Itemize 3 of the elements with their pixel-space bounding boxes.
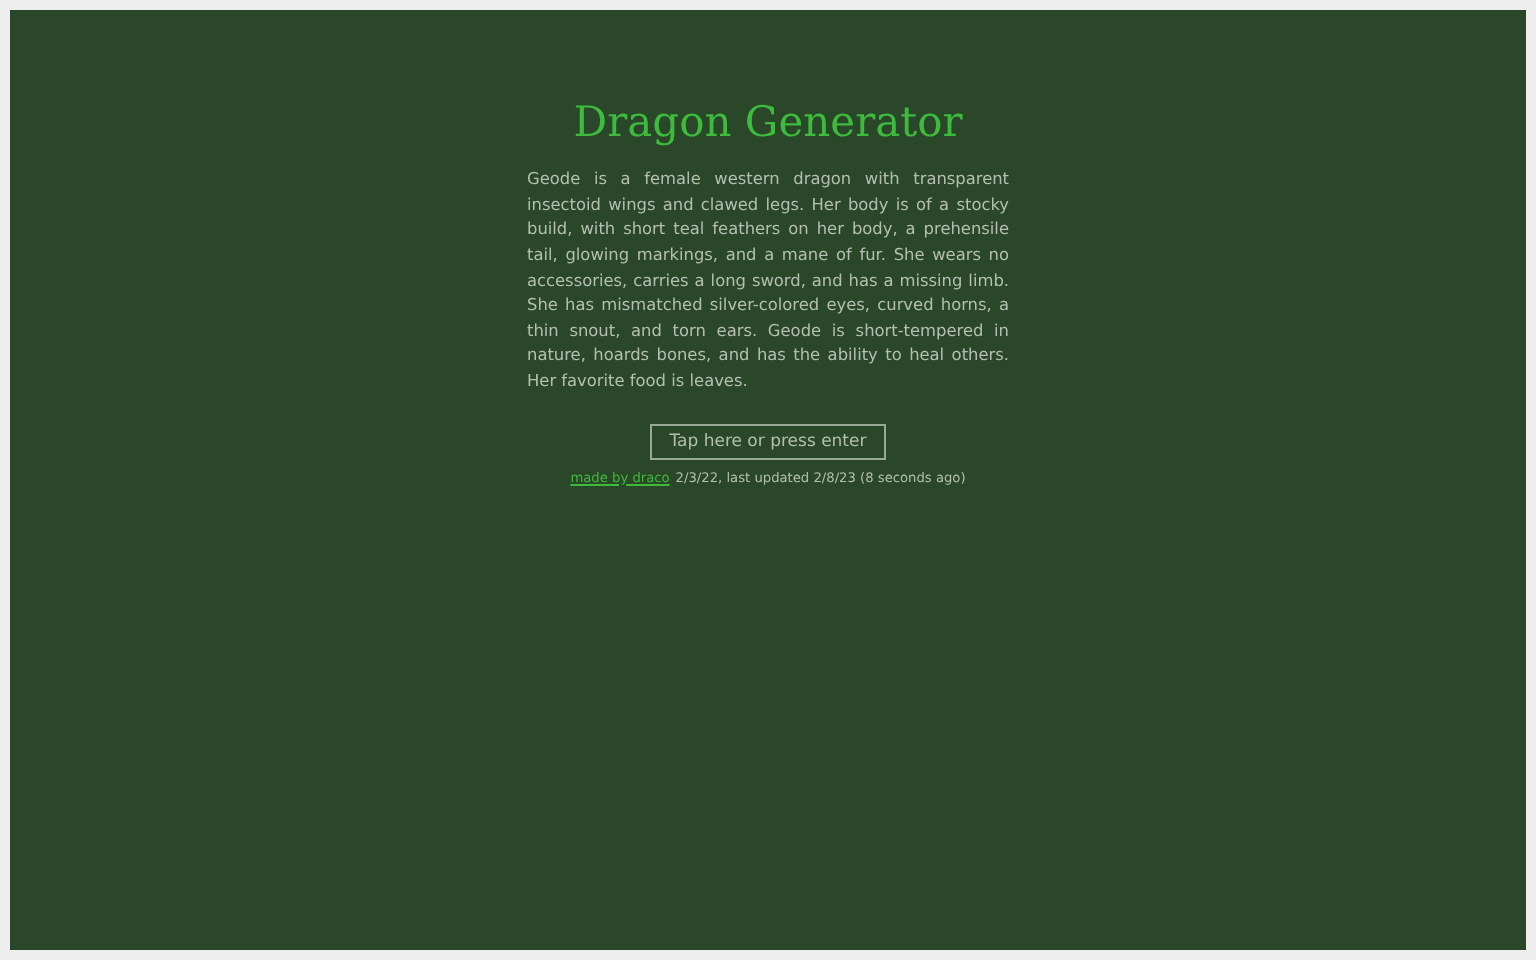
dragon-description: Geode is a female western dragon with transparent insectoid wings and clawed legs. Her body is of a stocky build, with short teal feathers on her body, a prehensile tail, glowing markings, and a mane of fur. She wears no accessories, carries a long sword, and has a missing limb. She has mismatched silver-colored eyes, curved horns, a thin snout, and torn ears. Geode is short-tempered in nature, hoards bones, and has the ability to heal others. Her favorite food is leaves. [527,166,1009,394]
page-title: Dragon Generator [573,98,963,149]
generate-button[interactable]: Tap here or press enter [649,423,887,460]
